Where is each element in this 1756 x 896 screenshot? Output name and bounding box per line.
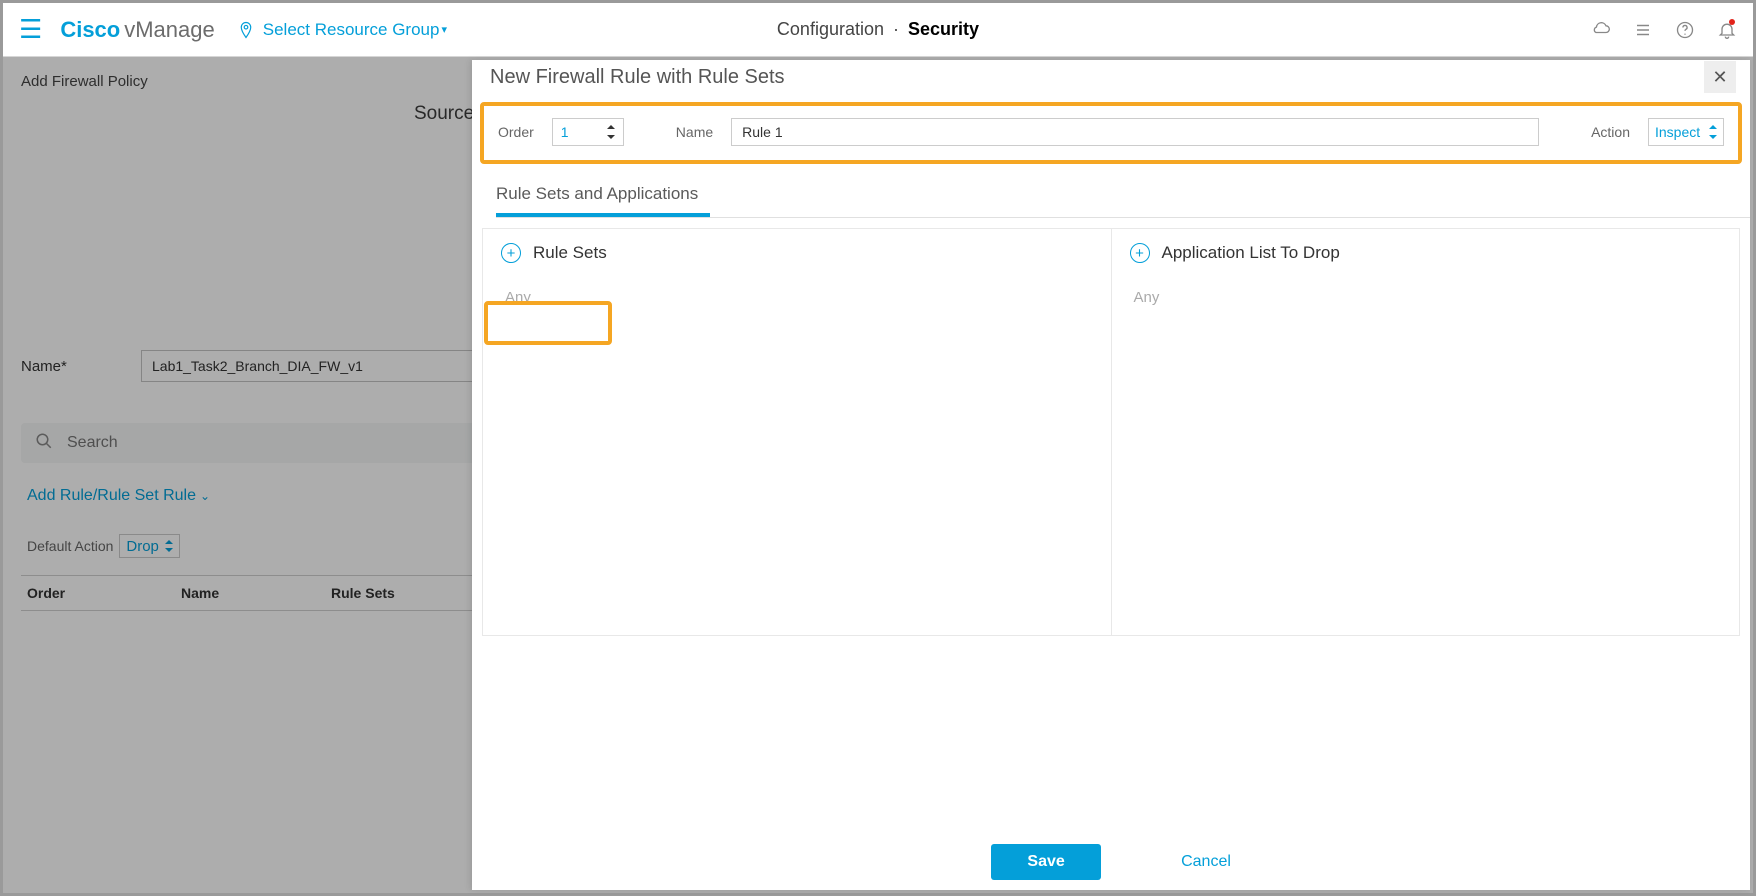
rule-sets-panel: + Rule Sets Any <box>483 229 1112 635</box>
modal-footer: Save Cancel <box>472 844 1750 880</box>
resource-group-label: Select Resource Group <box>263 20 440 40</box>
close-icon: ✕ <box>1712 67 1727 88</box>
rule-sets-body: Any <box>501 263 1093 332</box>
app-header: ☰ CiscovManage Select Resource Group ▾ C… <box>3 3 1753 57</box>
cancel-button[interactable]: Cancel <box>1181 853 1231 871</box>
application-list-panel: + Application List To Drop Any <box>1112 229 1740 635</box>
action-select[interactable]: Inspect <box>1648 118 1724 146</box>
save-button[interactable]: Save <box>991 844 1101 880</box>
rule-basic-fields-highlight: Order 1 Name Action Inspect <box>480 102 1742 164</box>
rule-name-label: Name <box>676 124 713 140</box>
application-list-body: Any <box>1130 263 1722 332</box>
location-pin-icon <box>237 21 255 39</box>
order-select[interactable]: 1 <box>552 118 624 146</box>
breadcrumb: Configuration · Security <box>777 19 979 40</box>
caret-down-icon: ▾ <box>441 23 447 36</box>
order-label: Order <box>498 124 534 140</box>
new-firewall-rule-modal: New Firewall Rule with Rule Sets ✕ Order… <box>472 60 1750 890</box>
notifications-bell-icon[interactable] <box>1717 20 1737 40</box>
add-rule-set-button[interactable]: + <box>501 243 521 263</box>
help-icon[interactable] <box>1675 20 1695 40</box>
select-resource-group-button[interactable]: Select Resource Group ▾ <box>237 20 447 40</box>
application-list-title: Application List To Drop <box>1162 243 1340 263</box>
list-icon[interactable] <box>1633 20 1653 40</box>
cloud-icon[interactable] <box>1591 20 1611 40</box>
rule-name-input[interactable] <box>731 118 1539 146</box>
tab-rule-sets-and-applications[interactable]: Rule Sets and Applications <box>496 184 698 214</box>
modal-tabs: Rule Sets and Applications <box>496 184 1750 218</box>
action-label: Action <box>1591 124 1630 140</box>
rule-sets-title: Rule Sets <box>533 243 607 263</box>
modal-title: New Firewall Rule with Rule Sets <box>490 66 1704 89</box>
add-application-list-button[interactable]: + <box>1130 243 1150 263</box>
close-button[interactable]: ✕ <box>1704 61 1736 93</box>
rule-panels: + Rule Sets Any + Application List To Dr… <box>482 228 1740 636</box>
hamburger-menu-icon[interactable]: ☰ <box>19 14 42 45</box>
brand-logo[interactable]: CiscovManage <box>60 17 214 43</box>
